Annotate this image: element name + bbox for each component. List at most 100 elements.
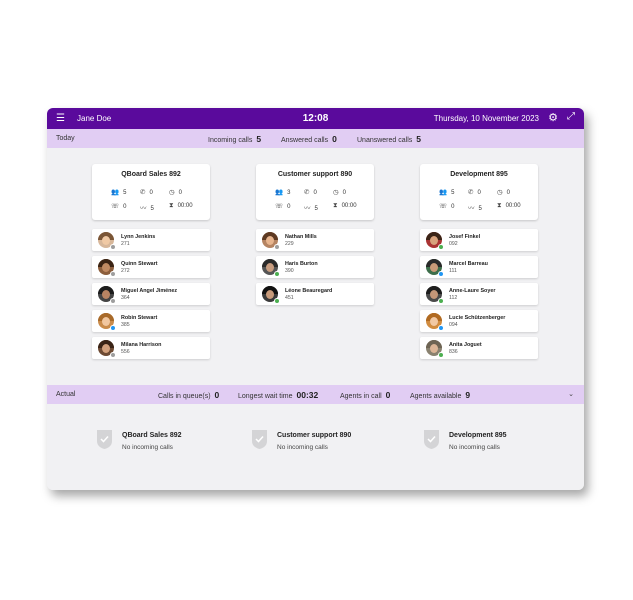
longest-wait-label: Longest wait time (238, 393, 293, 400)
queue-name: Customer support 890 (277, 432, 352, 439)
agents-icon: 👥 (439, 189, 448, 196)
calls-count: 0 (313, 190, 317, 196)
actual-strip: Actual Calls in queue(s) 0 Longest wait t… (47, 385, 584, 404)
clock-icon: ◷ (333, 189, 339, 196)
group-card-support[interactable]: Customer support 890 👥 3 ✆ 0 ◷ 0 ☏ 0 〰 5 ⧗ 00:… (256, 164, 374, 220)
agent-row[interactable]: Miguel Angel Jiménez 364 (92, 283, 210, 305)
phone-icon: ✆ (304, 189, 310, 196)
calls-in-queue-label: Calls in queue(s) (158, 393, 211, 400)
group-card-sales[interactable]: QBoard Sales 892 👥 5 ✆ 0 ◷ 0 ☏ 0 〰 5 ⧗ 00:00 (92, 164, 210, 220)
shield-check-icon (252, 430, 267, 449)
agent-name: Quinn Stewart (121, 261, 158, 267)
agents-stat: 👥 3 (275, 188, 290, 196)
status-dot (274, 271, 280, 277)
agent-row[interactable]: Léone Beauregard 451 (256, 283, 374, 305)
agent-row[interactable]: Nathan Mills 229 (256, 229, 374, 251)
duration-value: 00:00 (177, 203, 193, 209)
gear-icon[interactable]: ⚙ (548, 111, 558, 124)
today-label: Today (56, 135, 75, 142)
calls-stat: ✆ 0 (304, 188, 317, 196)
status-dot (438, 352, 444, 358)
groups-area: QBoard Sales 892 👥 5 ✆ 0 ◷ 0 ☏ 0 〰 5 ⧗ 00:00 C… (47, 148, 584, 385)
longest-wait-stat: Longest wait time 00:32 (238, 390, 318, 400)
hourglass-icon: ⧗ (169, 202, 174, 209)
agents-in-call-stat: Agents in call 0 (340, 390, 390, 400)
trend-stat: 〰 5 (140, 202, 154, 212)
trend-icon: 〰 (304, 205, 311, 212)
missed-call-icon: ☏ (111, 203, 120, 210)
agent-row[interactable]: Quinn Stewart 272 (92, 256, 210, 278)
calls-stat: ✆ 0 (140, 188, 153, 196)
agents-available-value: 9 (465, 390, 471, 400)
incoming-calls-stat: Incoming calls 5 (208, 134, 261, 144)
agent-row[interactable]: Lucie Schützenberger 094 (420, 310, 538, 332)
status-dot (274, 298, 280, 304)
top-bar: ☰ Jane Doe 12:08 Thursday, 10 November 2… (47, 108, 584, 129)
duration-stat: ⧗ 00:00 (497, 202, 521, 210)
agent-extension: 271 (121, 241, 130, 247)
calls-in-queue-stat: Calls in queue(s) 0 (158, 390, 219, 400)
agent-extension: 272 (121, 268, 130, 274)
missed-count: 0 (123, 204, 127, 210)
agent-extension: 556 (121, 349, 130, 355)
timer-count: 0 (178, 190, 183, 196)
agents-in-call-label: Agents in call (340, 393, 382, 400)
agent-row[interactable]: Anita Joguet 836 (420, 337, 538, 359)
unanswered-calls-label: Unanswered calls (357, 137, 413, 144)
longest-wait-value: 00:32 (296, 390, 319, 400)
missed-count: 0 (451, 204, 455, 210)
queue-status: No incoming calls (277, 444, 328, 451)
expand-icon[interactable]: ⤢ (567, 111, 575, 122)
status-dot (110, 325, 116, 331)
agent-row[interactable]: Haris Burton 390 (256, 256, 374, 278)
answered-calls-stat: Answered calls 0 (281, 134, 337, 144)
agents-count: 3 (287, 190, 291, 196)
timer-stat: ◷ 0 (497, 188, 510, 196)
status-dot (438, 244, 444, 250)
agent-row[interactable]: Lynn Jenkins 271 (92, 229, 210, 251)
group-card-development[interactable]: Development 895 👥 5 ✆ 0 ◷ 0 ☏ 0 〰 5 ⧗ 00:00 (420, 164, 538, 220)
agent-name: Milana Harrison (121, 342, 162, 348)
calls-in-queue-value: 0 (214, 390, 220, 400)
queue-status: No incoming calls (122, 444, 173, 451)
agent-row[interactable]: Anne-Laure Soyer 112 (420, 283, 538, 305)
agent-name: Nathan Mills (285, 234, 317, 240)
clock-icon: ◷ (497, 189, 503, 196)
queue-name: QBoard Sales 892 (122, 432, 182, 439)
agent-extension: 112 (449, 295, 458, 301)
agent-extension: 092 (449, 241, 458, 247)
status-dot (438, 271, 444, 277)
hourglass-icon: ⧗ (333, 202, 338, 209)
agent-extension: 229 (285, 241, 294, 247)
incoming-calls-value: 5 (256, 134, 262, 144)
agent-row[interactable]: Marcel Barreau 111 (420, 256, 538, 278)
agent-row[interactable]: Milana Harrison 556 (92, 337, 210, 359)
trend-count: 5 (150, 206, 154, 212)
clock-icon: ◷ (169, 189, 175, 196)
agent-name: Miguel Angel Jiménez (121, 288, 178, 294)
calls-count: 0 (149, 190, 153, 196)
agent-row[interactable]: Josef Finkel 092 (420, 229, 538, 251)
queue-status: No incoming calls (449, 444, 500, 451)
status-dot (110, 271, 116, 277)
current-date: Thursday, 10 November 2023 (433, 114, 539, 123)
phone-icon: ✆ (468, 189, 474, 196)
missed-call-icon: ☏ (439, 203, 448, 210)
queue-name: Development 895 (449, 432, 507, 439)
calls-stat: ✆ 0 (468, 188, 481, 196)
missed-stat: ☏ 0 (111, 202, 126, 210)
missed-count: 0 (287, 204, 291, 210)
agent-name: Anne-Laure Soyer (449, 288, 496, 294)
status-dot (438, 298, 444, 304)
status-dot (110, 298, 116, 304)
agents-stat: 👥 5 (439, 188, 454, 196)
agent-name: Léone Beauregard (285, 288, 333, 294)
incoming-calls-label: Incoming calls (208, 137, 253, 144)
agent-row[interactable]: Robin Stewart 385 (92, 310, 210, 332)
trend-stat: 〰 5 (468, 202, 482, 212)
trend-count: 5 (314, 206, 318, 212)
trend-icon: 〰 (140, 205, 147, 212)
chevron-down-icon[interactable]: ⌄ (568, 390, 574, 398)
timer-count: 0 (506, 190, 511, 196)
status-dot (110, 352, 116, 358)
